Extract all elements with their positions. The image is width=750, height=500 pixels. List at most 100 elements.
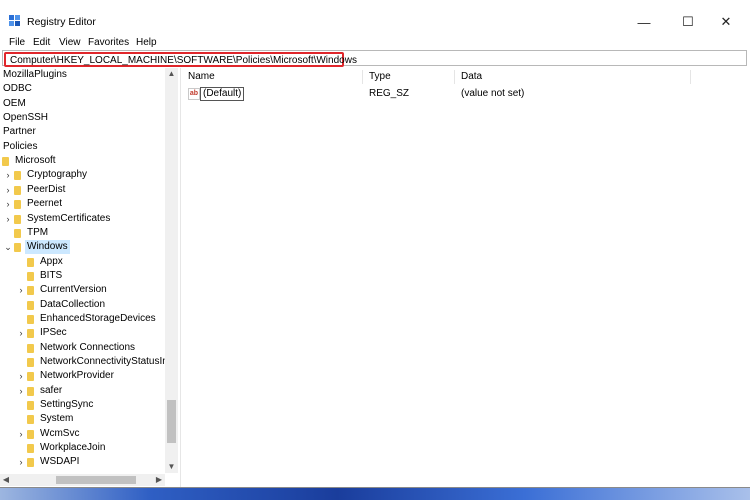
tree-vertical-scrollbar[interactable]: ▲ ▼ [165, 68, 178, 473]
folder-icon [2, 157, 9, 167]
column-divider[interactable] [690, 70, 691, 84]
column-header-data[interactable]: Data [461, 70, 482, 84]
tree-item[interactable]: › CurrentVersion [0, 283, 165, 297]
tree-item[interactable]: NetworkConnectivityStatusIn [0, 355, 168, 369]
tree-item-label: Partner [3, 126, 36, 138]
tree-item-label: IPSec [40, 327, 67, 339]
chevron-right-icon[interactable]: › [17, 427, 25, 441]
folder-icon [27, 386, 34, 396]
tree-item-label: WorkplaceJoin [40, 442, 106, 454]
column-header-type[interactable]: Type [369, 70, 391, 84]
tree-item[interactable]: WorkplaceJoin [0, 441, 165, 455]
desktop-wallpaper [0, 486, 750, 500]
tree-item-label: MozillaPlugins [3, 69, 67, 80]
tree-item-label: System [40, 413, 74, 425]
hscroll-thumb[interactable] [56, 476, 136, 484]
tree-item-label: BITS [40, 269, 63, 281]
tree-item-label: CurrentVersion [40, 284, 107, 296]
minimize-icon: — [637, 14, 651, 30]
value-name[interactable]: (Default) [200, 87, 245, 101]
value-type: REG_SZ [369, 88, 410, 99]
scroll-up-icon[interactable]: ▲ [165, 68, 178, 80]
tree-item[interactable]: › PeerDist [0, 183, 165, 197]
chevron-right-icon[interactable]: › [17, 384, 25, 398]
tree-item[interactable]: Policies [0, 140, 165, 154]
chevron-right-icon[interactable]: › [17, 283, 25, 297]
chevron-right-icon[interactable]: › [4, 183, 12, 197]
folder-icon [27, 286, 34, 296]
tree-item[interactable]: › Peernet [0, 197, 165, 211]
folder-icon [27, 300, 34, 310]
folder-icon [14, 171, 21, 181]
tree-item-label: Policies [3, 140, 38, 152]
tree-item[interactable]: Network Connections [0, 341, 165, 355]
tree-item[interactable]: › IPSec [0, 326, 165, 340]
tree-item[interactable]: Partner [0, 125, 165, 139]
tree-item-label: Windows [27, 241, 68, 253]
folder-icon [14, 228, 21, 238]
tree-item-label: NetworkProvider [40, 370, 114, 382]
tree-item[interactable]: › NetworkProvider [0, 369, 165, 383]
chevron-right-icon[interactable]: › [4, 168, 12, 182]
chevron-right-icon[interactable]: › [17, 369, 25, 383]
tree-item[interactable]: System [0, 412, 165, 426]
tree-item[interactable]: DataCollection [0, 298, 165, 312]
tree-item[interactable]: ⌄ Windows [0, 240, 165, 255]
scroll-left-icon[interactable]: ◀ [0, 474, 12, 486]
tree-item[interactable]: OpenSSH [0, 111, 165, 125]
close-button[interactable]: ✕ [712, 10, 740, 34]
chevron-down-icon[interactable]: ⌄ [4, 240, 12, 254]
pane-splitter[interactable] [180, 68, 181, 487]
scroll-thumb[interactable] [167, 400, 176, 443]
tree-item[interactable]: Microsoft [0, 154, 165, 168]
tree-item[interactable]: › WcmSvc [0, 427, 165, 441]
chevron-right-icon[interactable]: › [4, 212, 12, 226]
tree-item[interactable]: OEM [0, 97, 165, 111]
column-header-name[interactable]: Name [188, 70, 215, 84]
tree-item-label: OpenSSH [3, 112, 49, 124]
folder-icon [14, 243, 21, 253]
folder-icon [14, 214, 21, 224]
window-title: Registry Editor [27, 16, 96, 28]
tree-item[interactable]: TPM [0, 226, 165, 240]
minimize-button[interactable]: — [630, 10, 658, 34]
tree-item-label: Peernet [27, 198, 63, 210]
address-bar[interactable]: Computer\HKEY_LOCAL_MACHINE\SOFTWARE\Pol… [2, 50, 747, 67]
chevron-right-icon[interactable]: › [17, 326, 25, 340]
string-value-icon: ab [188, 88, 200, 100]
tree-item[interactable]: › SystemCertificates [0, 212, 165, 226]
tree-item[interactable]: Appx [0, 255, 165, 269]
tree-item[interactable]: › Cryptography [0, 168, 165, 182]
menu-view[interactable]: View [59, 37, 81, 48]
tree-item[interactable]: ODBC [0, 82, 165, 96]
tree-horizontal-scrollbar[interactable]: ◀ ▶ [0, 474, 165, 486]
tree-item[interactable]: BITS [0, 269, 165, 283]
menu-edit[interactable]: Edit [33, 37, 50, 48]
title-bar[interactable]: Registry Editor — ☐ ✕ [0, 0, 750, 36]
registry-editor-window: Registry Editor — ☐ ✕ File Edit View Fav… [0, 0, 750, 488]
value-row[interactable]: ab (Default) REG_SZ (value not set) [182, 86, 742, 102]
chevron-right-icon[interactable]: › [17, 455, 25, 469]
tree-item[interactable]: › WSDAPI [0, 455, 165, 469]
menu-file[interactable]: File [9, 37, 25, 48]
column-divider[interactable] [454, 70, 455, 84]
tree-item-label: PeerDist [27, 183, 66, 195]
tree-item-label: SystemCertificates [27, 212, 111, 224]
folder-icon [27, 343, 34, 353]
tree-item[interactable]: › safer [0, 384, 165, 398]
tree-item[interactable]: MozillaPlugins [0, 68, 165, 82]
column-divider[interactable] [362, 70, 363, 84]
chevron-right-icon[interactable]: › [4, 197, 12, 211]
tree-item[interactable]: SettingSync [0, 398, 165, 412]
tree-item-label: EnhancedStorageDevices [40, 312, 156, 324]
menu-help[interactable]: Help [136, 37, 157, 48]
tree-item-label: Appx [40, 255, 63, 267]
tree-item[interactable]: EnhancedStorageDevices [0, 312, 165, 326]
menu-favorites[interactable]: Favorites [88, 37, 129, 48]
scroll-right-icon[interactable]: ▶ [153, 474, 165, 486]
scroll-down-icon[interactable]: ▼ [165, 461, 178, 473]
folder-icon [27, 358, 34, 367]
maximize-button[interactable]: ☐ [674, 10, 702, 34]
address-path[interactable]: Computer\HKEY_LOCAL_MACHINE\SOFTWARE\Pol… [4, 52, 357, 67]
folder-icon [27, 329, 34, 339]
